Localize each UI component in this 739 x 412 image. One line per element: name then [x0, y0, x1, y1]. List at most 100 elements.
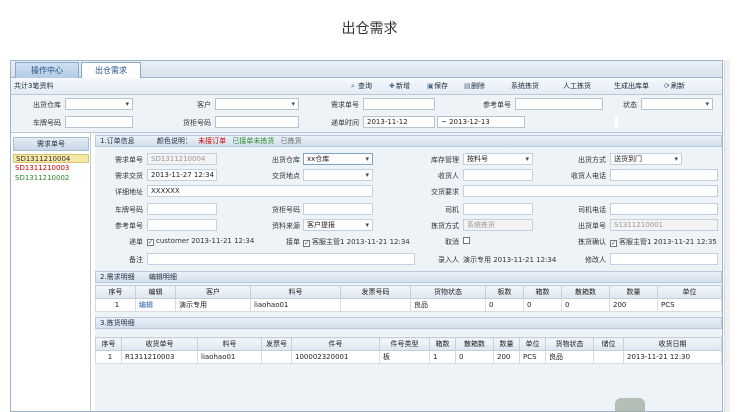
- filter-req-no-label: 需求单号: [331, 101, 359, 109]
- ship-method-select[interactable]: 送货到门: [610, 153, 682, 165]
- filter-cabinet-input[interactable]: [215, 116, 299, 128]
- req-no-label: 需求单号: [115, 156, 143, 164]
- cancel-checkbox[interactable]: [463, 237, 470, 244]
- legend-accepted: 已接单未拣货: [232, 137, 275, 145]
- manual-pick-button[interactable]: 人工拣货: [563, 81, 591, 91]
- record-count: 共计3笔资料: [14, 82, 54, 90]
- filter-status-select[interactable]: [641, 98, 713, 110]
- filter-date-label: 递单时间: [331, 119, 359, 127]
- table-row[interactable]: 1 R1311210003 liaohao01 100002320001 板 1…: [95, 350, 722, 364]
- req-date-field[interactable]: 2013-11-27 12:34: [147, 169, 217, 181]
- delivery-req-field[interactable]: [463, 185, 718, 197]
- filter-cabinet-label: 货柜号码: [183, 119, 211, 127]
- column-header: 板数: [485, 285, 524, 299]
- driver-field[interactable]: [463, 203, 533, 215]
- column-header: 编辑: [135, 285, 176, 299]
- search-icon: ⌕: [351, 82, 355, 90]
- table-row[interactable]: 1 编辑 演示专用 liaohao01 良品 0 0 0 200 PCS: [95, 298, 722, 312]
- column-header: 料号: [197, 337, 262, 351]
- receiver-phone-field[interactable]: [610, 169, 718, 181]
- pick-method-field: 系统拣货: [463, 219, 533, 231]
- refresh-icon: ⟳: [664, 82, 670, 90]
- driver-label: 司机: [445, 206, 459, 214]
- accept-checkbox[interactable]: ✓: [303, 240, 310, 247]
- receiver-label: 收货人: [438, 172, 459, 180]
- tab-outbound-demand[interactable]: 出仓需求: [81, 62, 141, 78]
- source-select[interactable]: 客户提报: [303, 219, 373, 231]
- column-header: 件号类型: [379, 337, 430, 351]
- ref-no-label: 参考单号: [115, 222, 143, 230]
- filter-date-to[interactable]: ~ 2013-12-13: [437, 116, 525, 128]
- column-header: 储位: [593, 337, 624, 351]
- delivery-place-label: 交货地点: [272, 172, 300, 180]
- demand-detail-section-header: 2.需求明细 编辑明细: [95, 271, 722, 283]
- delete-button[interactable]: ▤删除: [464, 81, 485, 91]
- pick-method-label: 拣货方式: [431, 222, 459, 230]
- modifier-label: 修改人: [585, 256, 606, 264]
- receiver-field[interactable]: [463, 169, 533, 181]
- order-warehouse-select[interactable]: xx仓库: [303, 153, 373, 165]
- detail-panel: 1.订单信息 颜色说明： 未接订单 已接单未拣货 已拣货 需求单号 SD1311…: [95, 133, 722, 411]
- ref-no-field[interactable]: [147, 219, 217, 231]
- refresh-button[interactable]: ⟳刷新: [664, 81, 685, 91]
- order-warehouse-label: 出货仓库: [272, 156, 300, 164]
- pick-detail-section-header: 3.拣货明细: [95, 317, 722, 329]
- filter-date-from[interactable]: 2013-11-12: [363, 116, 435, 128]
- entry-info: 演示专用 2013-11-21 12:34: [463, 256, 557, 264]
- plate-field[interactable]: [147, 203, 217, 215]
- demand-list-item[interactable]: SD1311210002: [13, 174, 89, 183]
- filter-panel: 出货仓库 客户 需求单号 参考单号 状态 车牌号码 货柜号码 递单时间 2013…: [11, 95, 722, 133]
- stock-mgmt-select[interactable]: 按料号: [463, 153, 533, 165]
- cabinet-label: 货柜号码: [272, 206, 300, 214]
- delivery-place-select[interactable]: [303, 169, 373, 181]
- filter-warehouse-label: 出货仓库: [33, 101, 61, 109]
- remark-label: 备注: [129, 256, 143, 264]
- receiver-phone-label: 收货人电话: [571, 172, 606, 180]
- filter-req-no-input[interactable]: [363, 98, 435, 110]
- query-button[interactable]: ⌕ 查询: [351, 81, 372, 91]
- column-header: 散箱数: [561, 285, 610, 299]
- column-header: 收货日期: [623, 337, 722, 351]
- add-button[interactable]: ✚新增: [389, 81, 410, 91]
- pick-confirm-checkbox[interactable]: ✓: [610, 240, 617, 247]
- driver-phone-field[interactable]: [610, 203, 718, 215]
- submit-checkbox[interactable]: ✓: [147, 239, 154, 246]
- column-header: 数量: [609, 285, 658, 299]
- save-button[interactable]: ▣保存: [427, 81, 448, 91]
- filter-plate-label: 车牌号码: [33, 119, 61, 127]
- filter-warehouse-select[interactable]: [65, 98, 133, 110]
- edit-row-link[interactable]: 编辑: [135, 298, 176, 312]
- filter-ref-no-input[interactable]: [515, 98, 603, 110]
- filter-status-label: 状态: [623, 101, 637, 109]
- req-date-label: 需求交货: [115, 172, 143, 180]
- toolbar: 共计3笔资料 ⌕ 查询 ✚新增 ▣保存 ▤删除 系统拣货 人工拣货 生成出库单 ⟳…: [11, 78, 722, 95]
- vertical-scrollbar[interactable]: [724, 60, 730, 412]
- filter-customer-select[interactable]: [215, 98, 299, 110]
- edit-detail-link[interactable]: 编辑明细: [149, 273, 177, 281]
- accept-info: ✓ 客服主管1 2013-11-21 12:34: [303, 238, 410, 247]
- remark-field[interactable]: [147, 253, 415, 265]
- page-title: 出仓需求: [341, 21, 398, 37]
- demand-detail-title: 2.需求明细: [100, 273, 135, 281]
- delivery-req-label: 交货要求: [431, 188, 459, 196]
- generate-outbound-button[interactable]: 生成出库单: [614, 81, 649, 91]
- filter-plate-input[interactable]: [65, 116, 133, 128]
- address-field[interactable]: XXXXXX: [147, 185, 373, 197]
- tab-operation-center[interactable]: 操作中心: [15, 62, 79, 78]
- column-header: 收货单号: [121, 337, 198, 351]
- pick-detail-table: 序号 收货单号 料号 发票号 件号 件号类型 箱数 散箱数 数量 单位 货物状态…: [95, 337, 722, 364]
- tab-bar: 操作中心 出仓需求: [11, 61, 722, 78]
- cabinet-field[interactable]: [303, 203, 373, 215]
- column-header: 序号: [95, 285, 136, 299]
- cancel-info: [463, 237, 472, 245]
- save-icon: ▣: [427, 82, 434, 90]
- column-header: 料号: [250, 285, 341, 299]
- column-header: 货物状态: [410, 285, 486, 299]
- column-header: 单位: [657, 285, 722, 299]
- submit-info: ✓ customer 2013-11-21 12:34: [147, 237, 255, 246]
- system-pick-button[interactable]: 系统拣货: [511, 81, 539, 91]
- demand-list-item[interactable]: SD1311210004: [13, 154, 89, 163]
- demand-list-item[interactable]: SD1311210003: [13, 164, 89, 173]
- demand-list-header: 需求单号: [13, 137, 89, 151]
- accept-label: 接单: [286, 238, 300, 246]
